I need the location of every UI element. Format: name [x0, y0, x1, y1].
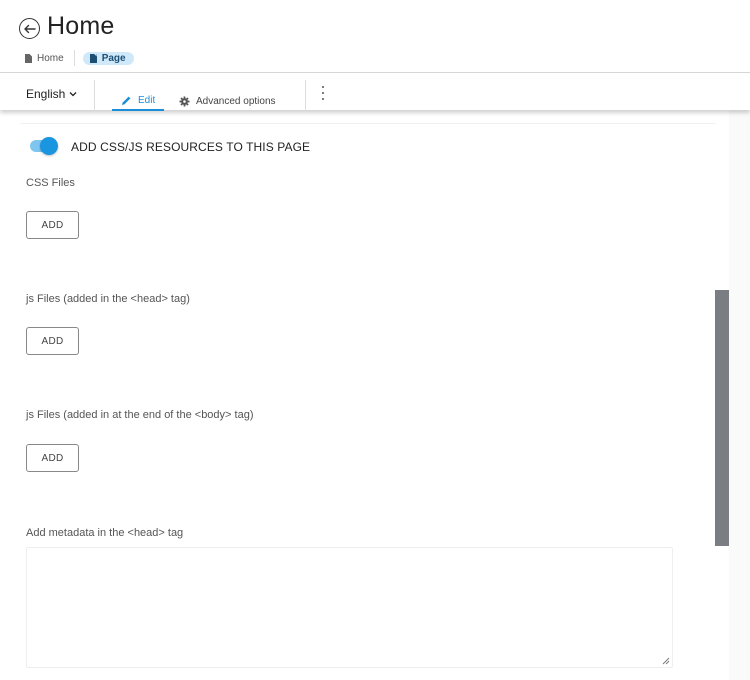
editor-toolbar: English Edit Advanced options — [0, 72, 750, 111]
toggle-label: ADD CSS/JS RESOURCES TO THIS PAGE — [71, 140, 311, 154]
add-js-head-button[interactable]: ADD — [26, 327, 79, 355]
language-label: English — [26, 87, 66, 101]
document-icon — [25, 53, 32, 63]
resize-grip-icon[interactable] — [662, 657, 670, 665]
pencil-icon — [122, 96, 131, 105]
toggle-knob — [40, 137, 58, 155]
tab-edit-label: Edit — [138, 94, 156, 106]
chevron-down-icon — [69, 92, 77, 97]
add-js-body-button[interactable]: ADD — [26, 444, 79, 472]
language-selector[interactable]: English — [26, 87, 77, 101]
back-arrow-icon[interactable] — [19, 18, 40, 39]
page-header: Home Home Page — [0, 0, 750, 72]
tab-advanced-options[interactable]: Advanced options — [179, 91, 276, 111]
metadata-label: Add metadata in the <head> tag — [26, 527, 184, 539]
breadcrumb-divider — [73, 50, 75, 66]
kebab-menu-icon[interactable] — [320, 86, 326, 100]
back-arrow-glyph — [24, 24, 36, 33]
tab-advanced-label: Advanced options — [196, 95, 276, 107]
breadcrumb-home-label: Home — [37, 52, 64, 64]
scrollbar-thumb[interactable] — [715, 290, 729, 546]
resources-toggle[interactable] — [30, 136, 58, 156]
scrollbar-track[interactable] — [729, 110, 750, 680]
toolbar-divider — [94, 80, 95, 111]
page-title: Home — [47, 12, 115, 40]
breadcrumb: Home Page — [25, 50, 134, 66]
breadcrumb-home[interactable]: Home — [25, 53, 64, 64]
js-head-files-label: js Files (added in the <head> tag) — [26, 293, 190, 305]
css-files-label: CSS Files — [26, 177, 75, 189]
panel-divider — [20, 110, 716, 124]
document-icon — [89, 53, 97, 63]
gear-icon — [179, 96, 190, 106]
tab-edit[interactable]: Edit — [112, 91, 165, 111]
breadcrumb-page[interactable]: Page — [82, 51, 134, 65]
toolbar-divider — [305, 80, 306, 111]
breadcrumb-page-label: Page — [101, 52, 126, 64]
js-body-files-label: js Files (added in at the end of the <bo… — [26, 409, 254, 421]
add-css-button[interactable]: ADD — [26, 211, 79, 239]
metadata-textarea[interactable] — [26, 547, 673, 668]
